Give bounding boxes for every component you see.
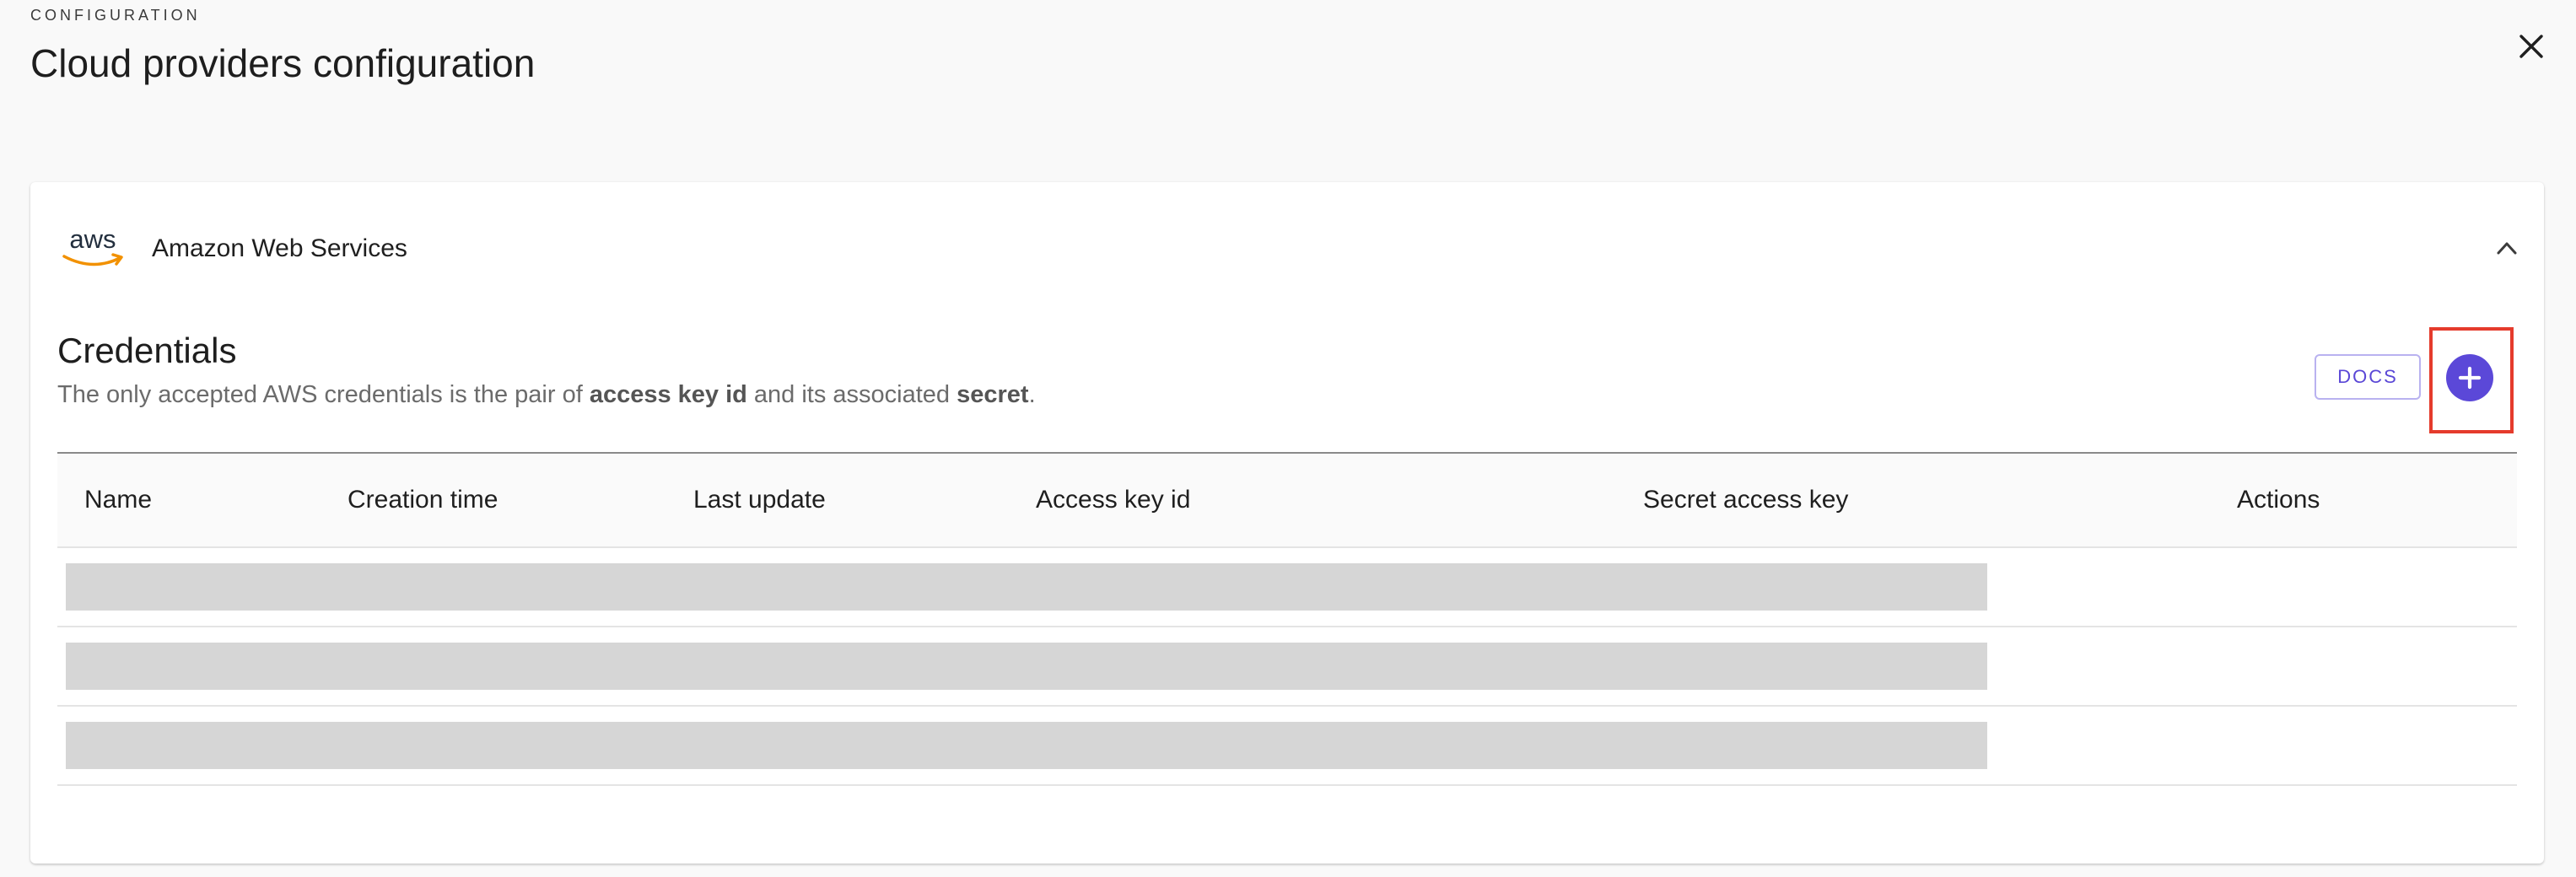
credentials-table: Name Creation time Last update Access ke… xyxy=(57,452,2517,786)
aws-logo-text: aws xyxy=(69,224,116,254)
docs-button[interactable]: DOCS xyxy=(2315,354,2421,400)
credentials-title: Credentials xyxy=(57,331,237,370)
column-header-last-update[interactable]: Last update xyxy=(693,486,826,514)
plus-icon xyxy=(2458,366,2482,390)
column-header-secret-access-key[interactable]: Secret access key xyxy=(1643,486,1848,514)
aws-logo: aws xyxy=(62,224,123,266)
chevron-up-icon xyxy=(2497,242,2517,255)
desc-bold-access-key-id: access key id xyxy=(589,381,747,408)
column-header-actions: Actions xyxy=(2237,486,2320,514)
cloud-providers-page: CONFIGURATION Cloud providers configurat… xyxy=(0,0,2576,877)
desc-part-3: . xyxy=(1028,381,1036,408)
table-row xyxy=(57,627,2517,707)
desc-part-1: The only accepted AWS credentials is the… xyxy=(57,381,590,408)
provider-card-aws: aws Amazon Web Services Credentials The … xyxy=(30,182,2544,864)
close-button[interactable] xyxy=(2510,25,2552,67)
desc-part-2: and its associated xyxy=(746,381,957,408)
table-header: Name Creation time Last update Access ke… xyxy=(57,452,2517,548)
credentials-description: The only accepted AWS credentials is the… xyxy=(57,381,1036,409)
loading-skeleton xyxy=(66,643,1987,690)
loading-skeleton xyxy=(66,563,1987,611)
table-row xyxy=(57,548,2517,627)
provider-accordion-header[interactable]: aws Amazon Web Services xyxy=(30,182,2544,314)
close-icon xyxy=(2519,35,2543,58)
column-header-creation-time[interactable]: Creation time xyxy=(348,486,498,514)
loading-skeleton xyxy=(66,722,1987,769)
provider-name: Amazon Web Services xyxy=(152,234,407,262)
page-eyebrow: CONFIGURATION xyxy=(30,7,201,24)
page-title: Cloud providers configuration xyxy=(30,41,536,85)
table-row xyxy=(57,707,2517,786)
add-credential-button[interactable] xyxy=(2446,354,2493,401)
column-header-name[interactable]: Name xyxy=(84,486,152,514)
column-header-access-key-id[interactable]: Access key id xyxy=(1036,486,1190,514)
desc-bold-secret: secret xyxy=(957,381,1029,408)
